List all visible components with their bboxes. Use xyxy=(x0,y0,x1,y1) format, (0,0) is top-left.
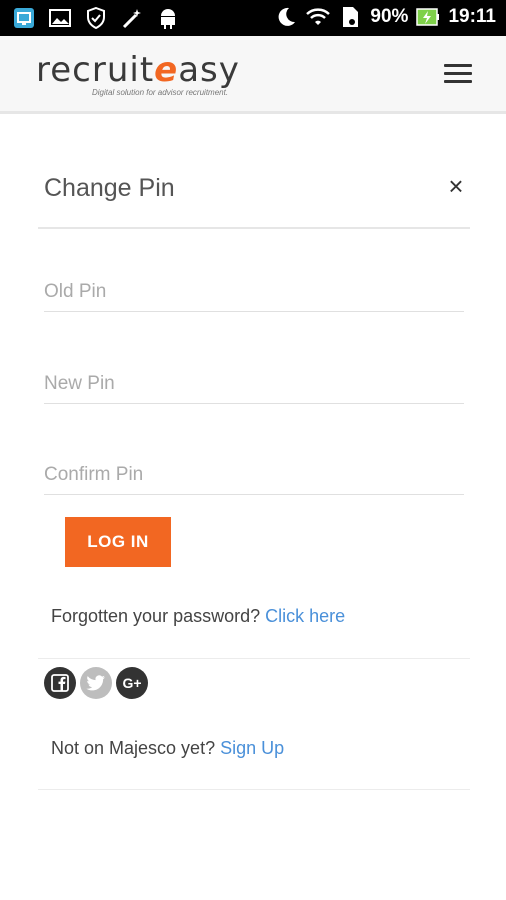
image-icon xyxy=(48,6,72,30)
recruiteasy-logo[interactable]: recruiteasy Digital solution for advisor… xyxy=(36,52,292,100)
twitter-icon[interactable] xyxy=(80,667,112,699)
shield-icon xyxy=(84,6,108,30)
signup-link[interactable]: Sign Up xyxy=(220,738,284,758)
divider xyxy=(38,789,470,790)
old-pin-input[interactable] xyxy=(44,272,464,312)
status-bar-system: 90% 19:11 xyxy=(274,5,496,29)
android-icon xyxy=(156,6,180,30)
forgot-password-link[interactable]: Click here xyxy=(265,606,345,626)
google-plus-icon[interactable]: G+ xyxy=(116,667,148,699)
new-pin-input[interactable] xyxy=(44,364,464,404)
wifi-icon xyxy=(306,5,331,29)
battery-charging-icon xyxy=(416,5,440,29)
app-header: recruiteasy Digital solution for advisor… xyxy=(0,36,506,114)
clock: 19:11 xyxy=(448,6,496,27)
sim-icon xyxy=(338,5,362,29)
hamburger-menu-icon[interactable] xyxy=(444,64,472,84)
screen-cast-icon xyxy=(12,6,36,30)
facebook-icon[interactable] xyxy=(44,667,76,699)
signup-row: Not on Majesco yet? Sign Up xyxy=(51,738,284,759)
status-bar: 90% 19:11 xyxy=(0,0,506,36)
divider xyxy=(38,227,470,229)
signup-prompt: Not on Majesco yet? xyxy=(51,738,221,758)
divider xyxy=(38,658,470,659)
moon-icon xyxy=(274,5,298,29)
login-button[interactable]: LOG IN xyxy=(65,517,171,567)
confirm-pin-input[interactable] xyxy=(44,455,464,495)
status-bar-notifications xyxy=(12,6,180,30)
forgot-password-row: Forgotten your password? Click here xyxy=(51,606,345,627)
logo-tagline: Digital solution for advisor recruitment… xyxy=(92,88,229,97)
close-icon[interactable]: × xyxy=(444,172,468,200)
forgot-password-text: Forgotten your password? xyxy=(51,606,266,626)
battery-percent: 90% xyxy=(370,6,409,27)
modal-title: Change Pin xyxy=(44,174,175,202)
magic-wand-icon xyxy=(120,6,144,30)
logo-wordmark: recruiteasy xyxy=(36,50,240,90)
